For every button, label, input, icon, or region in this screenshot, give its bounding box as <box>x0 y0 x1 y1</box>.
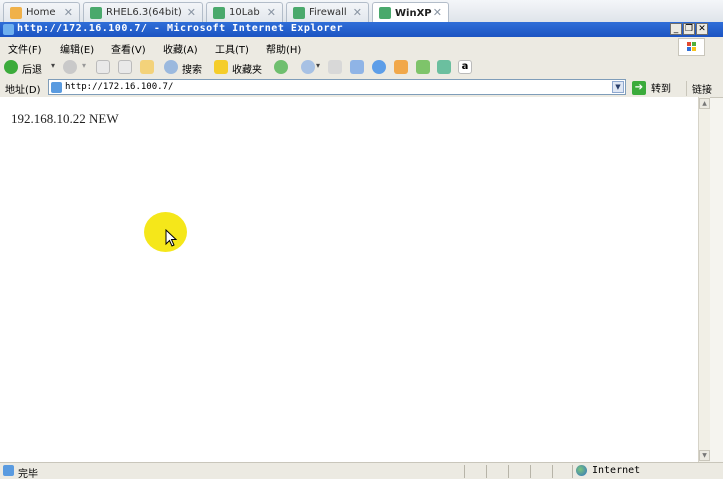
vm-icon <box>90 6 102 19</box>
menu-help[interactable]: 帮助(H) <box>266 41 301 56</box>
address-field[interactable]: ▼ <box>48 79 626 95</box>
tab-firewall[interactable]: Firewall ✕ <box>286 2 369 22</box>
address-input[interactable] <box>65 80 605 94</box>
menu-tools[interactable]: 工具(T) <box>215 41 249 56</box>
amazon-icon[interactable]: a <box>458 60 472 74</box>
edit-icon[interactable] <box>350 60 364 74</box>
close-icon[interactable]: ✕ <box>187 6 196 19</box>
status-segment <box>486 465 508 478</box>
close-window-button[interactable]: ✕ <box>696 23 708 35</box>
go-arrow-icon: ➔ <box>632 80 646 95</box>
tab-10lab[interactable]: 10Lab ✕ <box>206 2 283 22</box>
menu-view[interactable]: 查看(V) <box>111 41 146 56</box>
security-zone: Internet <box>576 465 640 476</box>
zone-label: Internet <box>592 465 641 476</box>
mouse-pointer-icon <box>165 229 178 247</box>
print-icon[interactable] <box>328 60 342 74</box>
window-title-bar: http://172.16.100.7/ - Microsoft Interne… <box>0 22 723 37</box>
stop-icon[interactable] <box>96 60 110 74</box>
favorites-star-icon[interactable] <box>214 60 228 74</box>
internet-globe-icon <box>576 465 587 476</box>
home-icon <box>10 6 22 19</box>
scroll-down-icon[interactable]: ▼ <box>699 450 710 461</box>
search-button-label[interactable]: 搜索 <box>182 61 202 76</box>
back-arrow-icon[interactable] <box>4 60 18 74</box>
mail-icon[interactable] <box>301 60 315 74</box>
media-icon[interactable] <box>437 60 451 74</box>
ie-icon <box>3 24 14 35</box>
page-done-icon <box>3 465 14 476</box>
status-segment <box>508 465 530 478</box>
refresh-icon[interactable] <box>118 60 132 74</box>
status-segment <box>464 465 486 478</box>
status-text: 完毕 <box>18 469 38 480</box>
home-page-icon[interactable] <box>140 60 154 74</box>
history-icon[interactable] <box>274 60 288 74</box>
window-title: http://172.16.100.7/ - Microsoft Interne… <box>17 23 344 34</box>
tab-label: RHEL6.3(64bit) <box>106 7 182 18</box>
close-icon[interactable]: ✕ <box>433 6 442 19</box>
close-icon[interactable]: ✕ <box>353 6 362 19</box>
status-segment <box>552 465 572 478</box>
favorites-button-label[interactable]: 收藏夹 <box>232 61 262 76</box>
messenger-icon[interactable] <box>372 60 386 74</box>
forward-arrow-icon[interactable] <box>63 60 77 74</box>
status-bar: 完毕 Internet <box>0 462 723 480</box>
address-bar: 地址(D) ▼ ➔ 转到 链接 <box>0 78 723 98</box>
standard-toolbar: 后退 ▾ ▾ 搜索 收藏夹 ▾ a <box>0 57 723 79</box>
research-icon[interactable] <box>416 60 430 74</box>
minimize-button[interactable]: _ <box>670 23 682 35</box>
menu-favorites[interactable]: 收藏(A) <box>163 41 198 56</box>
windows-logo-icon <box>678 38 705 56</box>
back-button-label[interactable]: 后退 <box>22 61 42 76</box>
address-label: 地址(D) <box>5 85 41 96</box>
vm-icon <box>293 6 305 19</box>
tab-label: WinXP <box>395 7 432 19</box>
search-icon[interactable] <box>164 60 178 74</box>
tab-home[interactable]: Home ✕ <box>3 2 80 22</box>
tab-label: Home <box>26 7 56 18</box>
page-text: 192.168.10.22 NEW <box>11 111 119 126</box>
page-icon <box>51 82 62 93</box>
address-dropdown-icon[interactable]: ▼ <box>612 81 624 93</box>
menu-edit[interactable]: 编辑(E) <box>60 41 94 56</box>
tab-label: Firewall <box>309 7 347 18</box>
forward-dropdown-icon[interactable]: ▾ <box>82 61 86 70</box>
menu-bar: 文件(F) 编辑(E) 查看(V) 收藏(A) 工具(T) 帮助(H) <box>0 37 723 58</box>
scroll-up-icon[interactable]: ▲ <box>699 98 710 109</box>
close-icon[interactable]: ✕ <box>64 6 73 19</box>
restore-button[interactable]: ❐ <box>683 23 695 35</box>
back-dropdown-icon[interactable]: ▾ <box>51 61 55 70</box>
tab-winxp[interactable]: WinXP ✕ <box>372 2 449 23</box>
mail-dropdown-icon[interactable]: ▾ <box>316 61 320 70</box>
status-segment <box>530 465 552 478</box>
tab-rhel[interactable]: RHEL6.3(64bit) ✕ <box>83 2 203 22</box>
menu-file[interactable]: 文件(F) <box>8 41 42 56</box>
tab-strip: Home ✕ RHEL6.3(64bit) ✕ 10Lab ✕ Firewall… <box>0 0 723 23</box>
vm-icon <box>379 7 391 19</box>
window-edge <box>710 37 723 479</box>
vertical-scrollbar[interactable]: ▲ ▼ <box>698 97 710 462</box>
tab-label: 10Lab <box>229 7 260 18</box>
vm-icon <box>213 6 225 19</box>
links-button[interactable]: 链接 <box>686 81 712 96</box>
go-button[interactable]: ➔ 转到 <box>632 80 671 95</box>
close-icon[interactable]: ✕ <box>267 6 276 19</box>
go-button-label: 转到 <box>651 84 671 95</box>
page-content[interactable]: 192.168.10.22 NEW <box>0 97 698 462</box>
qq-icon[interactable] <box>394 60 408 74</box>
